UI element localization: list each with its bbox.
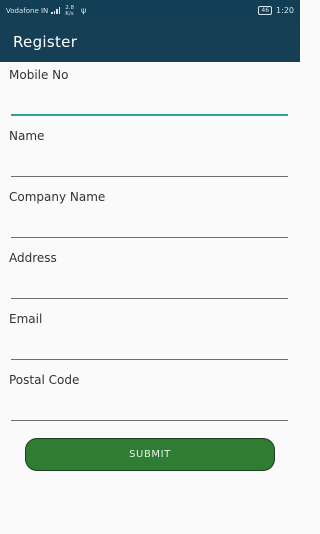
carrier-name: Vodafone IN — [6, 6, 49, 15]
mobile-label: Mobile No — [9, 68, 69, 82]
app-bar: Register — [0, 21, 300, 62]
email-label: Email — [9, 312, 43, 326]
signal-icon — [51, 7, 61, 14]
network-speed-unit: K/s — [65, 10, 74, 17]
company-label: Company Name — [9, 190, 106, 204]
clock: 1:20 — [276, 6, 294, 15]
address-input[interactable] — [11, 275, 288, 297]
submit-label: SUBMIT — [129, 449, 171, 460]
postal-code-input[interactable] — [11, 397, 288, 419]
email-input[interactable] — [11, 336, 288, 358]
submit-button[interactable]: SUBMIT — [25, 438, 275, 471]
usb-icon: ψ — [81, 6, 87, 15]
email-underline — [11, 359, 288, 360]
postal-code-label: Postal Code — [9, 373, 80, 387]
page-title: Register — [13, 32, 78, 51]
name-input[interactable] — [11, 153, 288, 175]
company-input[interactable] — [11, 214, 288, 236]
postal-code-underline — [11, 420, 288, 421]
company-underline — [11, 237, 288, 238]
network-speed: 2.8 K/s — [65, 5, 74, 17]
name-underline — [11, 176, 288, 177]
status-bar: Vodafone IN 2.8 K/s ψ 46 1:20 — [0, 0, 300, 21]
mobile-input[interactable] — [11, 92, 288, 114]
battery-level: 46 — [261, 7, 270, 14]
name-label: Name — [9, 129, 45, 143]
address-underline — [11, 298, 288, 299]
mobile-underline — [11, 114, 288, 116]
address-label: Address — [9, 251, 57, 265]
battery-icon: 46 — [258, 6, 273, 15]
